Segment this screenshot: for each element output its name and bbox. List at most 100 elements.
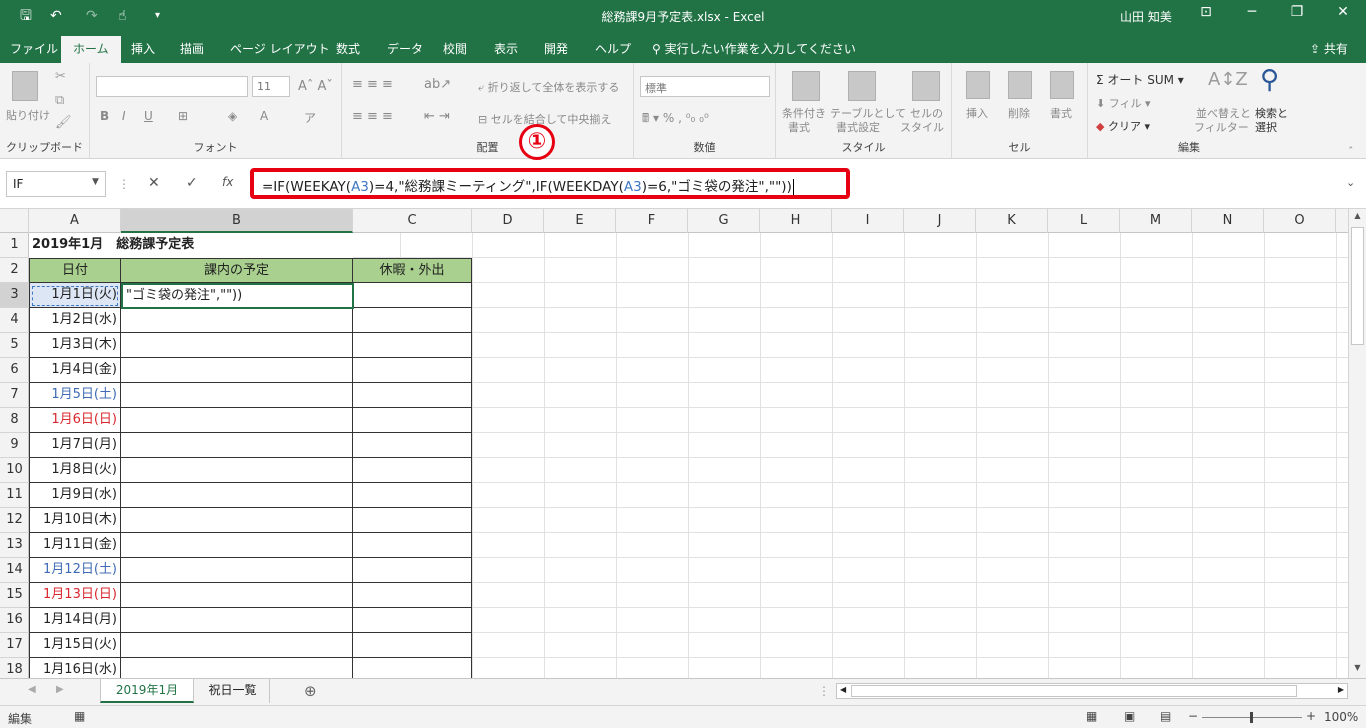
schedule-cell[interactable]: [121, 533, 353, 558]
tab-draw[interactable]: 描画: [180, 40, 204, 57]
accounting-icon[interactable]: 🖩 ▾ % , ⁰₀ ₀⁰: [642, 109, 709, 130]
schedule-cell[interactable]: [121, 383, 353, 408]
row-header[interactable]: 12: [0, 508, 29, 533]
schedule-cell[interactable]: [121, 658, 353, 678]
phonetic-icon[interactable]: ア: [304, 109, 316, 126]
sheet-tab[interactable]: 祝日一覧: [196, 679, 270, 703]
col-header-k[interactable]: K: [976, 209, 1048, 233]
tab-page-layout[interactable]: ページ レイアウト: [230, 40, 330, 57]
font-color-icon[interactable]: A: [260, 109, 268, 123]
sort-filter-icon[interactable]: A↕Z: [1208, 69, 1248, 90]
underline-icon[interactable]: U: [144, 109, 153, 123]
fill-color-icon[interactable]: ◈: [228, 109, 237, 123]
number-format-box[interactable]: 標準: [640, 76, 770, 97]
leave-cell[interactable]: [353, 458, 472, 483]
paste-icon[interactable]: [12, 71, 38, 101]
leave-cell[interactable]: [353, 283, 472, 308]
schedule-cell[interactable]: [121, 608, 353, 633]
zoom-level[interactable]: 100%: [1324, 710, 1358, 724]
tab-home[interactable]: ホーム: [61, 36, 121, 63]
date-cell[interactable]: 1月4日(金): [29, 358, 121, 383]
row-header[interactable]: 14: [0, 558, 29, 583]
schedule-cell[interactable]: [121, 558, 353, 583]
leave-cell[interactable]: [353, 558, 472, 583]
minimize-icon[interactable]: ─: [1229, 4, 1275, 20]
split-handle-icon[interactable]: ⋮: [818, 684, 830, 698]
schedule-cell[interactable]: [121, 358, 353, 383]
bold-icon[interactable]: B: [100, 109, 109, 123]
row-header[interactable]: 8: [0, 408, 29, 433]
row-header[interactable]: 9: [0, 433, 29, 458]
left-align-icon[interactable]: ≡ ≡ ≡: [352, 109, 393, 124]
enter-icon[interactable]: ✓: [186, 175, 198, 191]
col-header-a[interactable]: A: [29, 209, 121, 233]
fill-button[interactable]: ⬇ フィル ▾: [1096, 95, 1151, 111]
cell-styles-icon[interactable]: [912, 71, 940, 101]
format-cells-button[interactable]: 書式: [1050, 105, 1072, 121]
date-cell[interactable]: 1月16日(水): [29, 658, 121, 678]
tab-data[interactable]: データ: [387, 40, 423, 57]
leave-cell[interactable]: [353, 483, 472, 508]
schedule-cell[interactable]: [121, 408, 353, 433]
horizontal-scrollbar[interactable]: ◀ ▶: [836, 683, 1348, 699]
merge-center-button[interactable]: ⊟ セルを結合して中央揃え: [478, 111, 611, 127]
col-header-j[interactable]: J: [904, 209, 976, 233]
row-header[interactable]: 3: [0, 283, 29, 308]
row-header[interactable]: 2: [0, 258, 29, 283]
row-header[interactable]: 15: [0, 583, 29, 608]
vertical-scrollbar[interactable]: ▲ ▼: [1348, 209, 1366, 678]
select-all-corner[interactable]: [0, 209, 29, 233]
schedule-cell[interactable]: [121, 633, 353, 658]
copy-icon[interactable]: ⧉: [55, 93, 64, 108]
format-cells-icon[interactable]: [1050, 71, 1074, 99]
schedule-cell[interactable]: [121, 333, 353, 358]
new-sheet-icon[interactable]: ⊕: [304, 682, 317, 700]
leave-cell[interactable]: [353, 433, 472, 458]
row-header[interactable]: 16: [0, 608, 29, 633]
indent-icon[interactable]: ⇤ ⇥: [424, 109, 450, 124]
leave-cell[interactable]: [353, 408, 472, 433]
zoom-in-icon[interactable]: +: [1306, 709, 1316, 723]
row-header[interactable]: 7: [0, 383, 29, 408]
top-align-icon[interactable]: ≡ ≡ ≡: [352, 77, 393, 92]
next-sheet-icon[interactable]: ▶: [56, 684, 64, 695]
leave-cell[interactable]: [353, 358, 472, 383]
col-header-d[interactable]: D: [472, 209, 544, 233]
insert-cells-icon[interactable]: [966, 71, 990, 99]
col-header-f[interactable]: F: [616, 209, 688, 233]
font-size-box[interactable]: 11: [252, 76, 290, 97]
scroll-right-icon[interactable]: ▶: [1338, 685, 1344, 694]
col-header-i[interactable]: I: [832, 209, 904, 233]
user-name[interactable]: 山田 知美: [1120, 8, 1172, 25]
tab-developer[interactable]: 開発: [544, 40, 568, 57]
expand-formula-icon[interactable]: ⌄: [1346, 176, 1355, 189]
page-break-view-icon[interactable]: ▤: [1160, 709, 1171, 723]
share-button[interactable]: ⇪ 共有: [1310, 40, 1348, 57]
date-cell[interactable]: 1月11日(金): [29, 533, 121, 558]
name-box-dropdown-icon[interactable]: ▼: [92, 177, 99, 187]
scroll-down-icon[interactable]: ▼: [1351, 663, 1364, 677]
date-cell[interactable]: 1月13日(日): [29, 583, 121, 608]
leave-cell[interactable]: [353, 658, 472, 678]
leave-cell[interactable]: [353, 308, 472, 333]
schedule-cell[interactable]: [121, 483, 353, 508]
col-header-o[interactable]: O: [1264, 209, 1336, 233]
row-header[interactable]: 17: [0, 633, 29, 658]
header-schedule-cell[interactable]: 課内の予定: [121, 258, 353, 283]
close-icon[interactable]: ✕: [1320, 4, 1366, 20]
sheet-tab-active[interactable]: 2019年1月: [100, 679, 194, 703]
date-cell[interactable]: 1月12日(土): [29, 558, 121, 583]
col-header-g[interactable]: G: [688, 209, 760, 233]
cut-icon[interactable]: ✂: [55, 69, 66, 84]
header-date-cell[interactable]: 日付: [29, 258, 121, 283]
date-cell[interactable]: 1月9日(水): [29, 483, 121, 508]
col-header-h[interactable]: H: [760, 209, 832, 233]
col-header-l[interactable]: L: [1048, 209, 1120, 233]
italic-icon[interactable]: I: [122, 109, 126, 123]
row-header[interactable]: 10: [0, 458, 29, 483]
tab-file[interactable]: ファイル: [10, 40, 58, 57]
schedule-cell[interactable]: [121, 458, 353, 483]
vertical-scroll-thumb[interactable]: [1351, 227, 1364, 345]
clear-button[interactable]: ◆ クリア ▾: [1096, 118, 1150, 134]
schedule-cell[interactable]: [121, 433, 353, 458]
